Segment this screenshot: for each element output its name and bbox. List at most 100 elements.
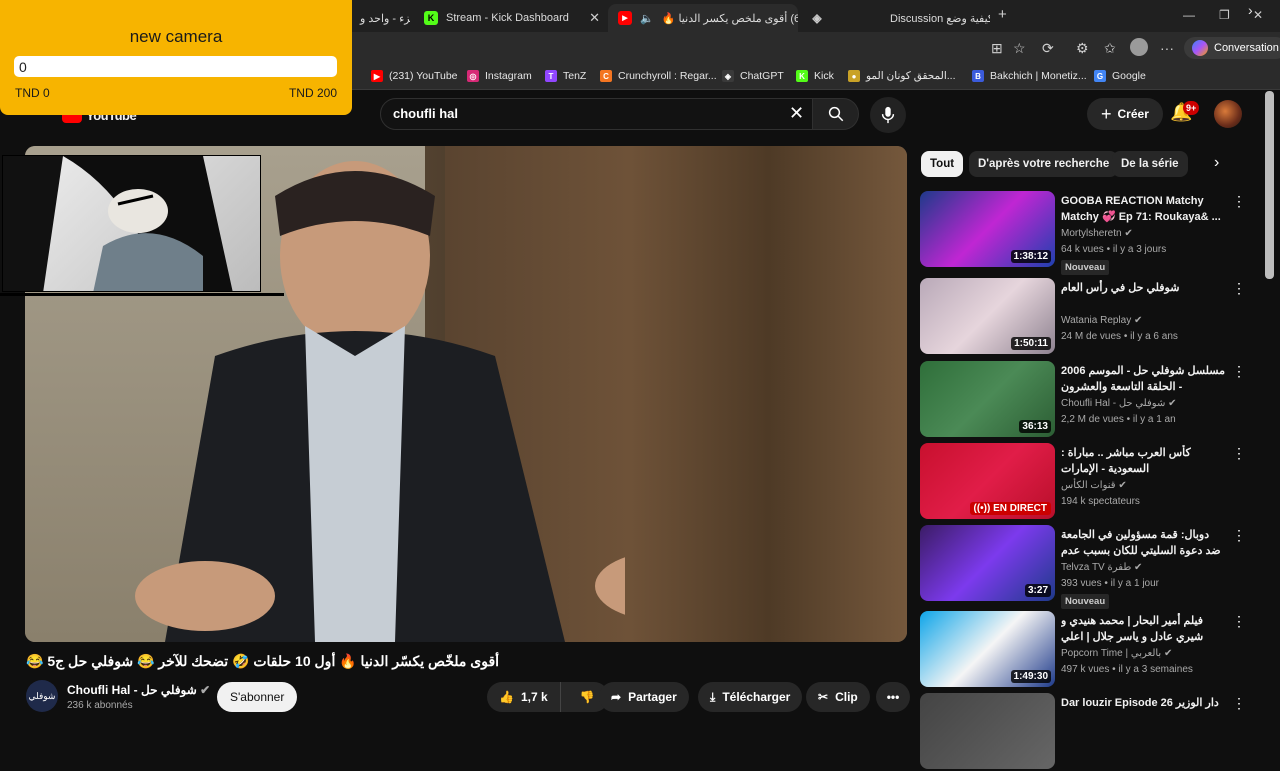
- bookmark-icon: B: [972, 70, 984, 82]
- anime-character-image: [3, 156, 233, 291]
- recommendation-card[interactable]: 36:13 مسلسل شوفلي حل - الموسم 2006 - الحل…: [920, 361, 1260, 439]
- maximize-button[interactable]: ❐: [1219, 8, 1230, 22]
- recommendation-title[interactable]: دوبال: قمة مسؤولين في الجامعة ضد دعوة ال…: [1061, 527, 1226, 559]
- conversation-button[interactable]: Conversation: [1184, 37, 1280, 59]
- channel-name[interactable]: Choufli Hal - شوفلي حل ✔: [67, 683, 210, 697]
- clear-search-icon[interactable]: ✕: [789, 103, 804, 124]
- thumbs-down-icon: 👎: [579, 690, 595, 704]
- account-avatar[interactable]: [1214, 100, 1242, 128]
- new-tab-button[interactable]: +: [998, 6, 1007, 23]
- recommendation-channel[interactable]: Popcorn Time | بالعربي ✔: [1061, 648, 1172, 659]
- camera-widget: new camera TND 0 TND 200: [0, 0, 352, 115]
- close-window-button[interactable]: ✕: [1253, 8, 1263, 22]
- recommendation-channel[interactable]: Watania Replay ✔: [1061, 315, 1142, 326]
- chip-series[interactable]: De la série: [1112, 151, 1188, 177]
- extensions-icon[interactable]: ⚙: [1076, 40, 1089, 57]
- speaker-icon[interactable]: 🔈: [640, 12, 654, 25]
- create-label: Créer: [1117, 107, 1149, 121]
- recommendation-title[interactable]: Dar louzir Episode 26 دار الوزير: [1061, 695, 1226, 711]
- search-button[interactable]: [812, 98, 859, 130]
- recommendation-meta: 497 k vues • il y a 3 semaines: [1061, 664, 1193, 675]
- more-menu-icon[interactable]: ···: [1160, 40, 1174, 56]
- voice-search-button[interactable]: [870, 97, 906, 133]
- recommendation-card[interactable]: 1:38:12 GOOBA REACTION Matchy Matchy 💞 Ep…: [920, 191, 1260, 275]
- chips-next-icon[interactable]: ›: [1214, 154, 1219, 172]
- bookmark-label: المحقق كونان المو...: [866, 70, 956, 82]
- recommendation-channel[interactable]: Telvza TV طفرة ✔: [1061, 562, 1142, 573]
- bookmark-label: Crunchyroll : Regar...: [618, 70, 717, 82]
- recommendation-title[interactable]: GOOBA REACTION Matchy Matchy 💞 Ep 71: Ro…: [1061, 193, 1226, 225]
- recommendation-title[interactable]: مسلسل شوفلي حل - الموسم 2006 - الحلقة ال…: [1061, 363, 1226, 395]
- bookmark-icon: ▶: [371, 70, 383, 82]
- recommendation-card[interactable]: 1:49:30 فيلم أمير البحار | محمد هنيدي و ش…: [920, 611, 1260, 689]
- bookmark-label: Bakchich | Monetiz...: [990, 70, 1087, 82]
- more-actions-button[interactable]: •••: [876, 682, 910, 712]
- bookmark-item[interactable]: ● المحقق كونان المو...: [848, 70, 956, 82]
- page-scrollbar[interactable]: [1265, 91, 1274, 279]
- profile-icon[interactable]: [1130, 38, 1148, 56]
- video-thumbnail[interactable]: 1:50:11: [920, 278, 1055, 354]
- bookmark-item[interactable]: B Bakchich | Monetiz...: [972, 70, 1087, 82]
- like-button[interactable]: 👍 1,7 k: [487, 682, 561, 712]
- minimize-button[interactable]: —: [1183, 8, 1195, 22]
- more-options-icon[interactable]: ⋮: [1232, 527, 1246, 544]
- clip-button[interactable]: ✂ Clip: [806, 682, 870, 712]
- refresh-icon[interactable]: ⟳: [1042, 40, 1054, 57]
- video-thumbnail[interactable]: 36:13: [920, 361, 1055, 437]
- recommendation-title[interactable]: شوفلي حل في رأس العام: [1061, 280, 1226, 296]
- more-options-icon[interactable]: ⋮: [1232, 445, 1246, 462]
- video-thumbnail[interactable]: 1:38:12: [920, 191, 1055, 267]
- bookmark-item[interactable]: ◎ Instagram: [467, 70, 532, 82]
- recommendation-card[interactable]: 1:50:11 شوفلي حل في رأس العام Watania Repl…: [920, 278, 1260, 356]
- bookmarks-more-icon[interactable]: ›: [1248, 2, 1253, 18]
- more-options-icon[interactable]: ⋮: [1232, 613, 1246, 630]
- video-thumbnail[interactable]: ((•)) EN DIRECT: [920, 443, 1055, 519]
- video-thumbnail[interactable]: 3:27: [920, 525, 1055, 601]
- recommendation-channel[interactable]: قنوات الكأس ✔: [1061, 480, 1127, 491]
- recommendation-channel[interactable]: Choufli Hal - شوفلي حل ✔: [1061, 398, 1177, 409]
- bookmark-icon: ●: [848, 70, 860, 82]
- bookmark-item[interactable]: ▶ (231) YouTube: [371, 70, 458, 82]
- channel-avatar[interactable]: شوفلي: [26, 680, 58, 712]
- bookmark-item[interactable]: G Google: [1094, 70, 1146, 82]
- recommendation-channel[interactable]: Mortylsheretn ✔: [1061, 228, 1133, 239]
- kick-icon: K: [424, 11, 438, 25]
- scissors-icon: ✂: [818, 690, 829, 704]
- more-options-icon[interactable]: ⋮: [1232, 280, 1246, 297]
- overlay-divider: [0, 293, 284, 296]
- favorite-star-icon[interactable]: ☆: [1013, 40, 1026, 57]
- chip-all[interactable]: Tout: [921, 151, 964, 177]
- favorites-icon[interactable]: ✩: [1104, 40, 1116, 57]
- recommendation-title[interactable]: فيلم أمير البحار | محمد هنيدي و شيري عاد…: [1061, 613, 1226, 645]
- recommendation-card[interactable]: 3:27 دوبال: قمة مسؤولين في الجامعة ضد دعو…: [920, 525, 1260, 609]
- download-button[interactable]: ⤓ Télécharger: [698, 682, 803, 712]
- create-button[interactable]: + Créer: [1087, 98, 1163, 130]
- subscribe-button[interactable]: S'abonner: [217, 682, 298, 712]
- browser-tab-2[interactable]: K Stream - Kick Dashboard ✕: [414, 4, 610, 32]
- recommendation-card[interactable]: Dar louzir Episode 26 دار الوزير ⋮: [920, 693, 1260, 771]
- bookmark-item[interactable]: C Crunchyroll : Regar...: [600, 70, 717, 82]
- browser-tab-4[interactable]: ◈ Discussion كيفية وضع ✕: [800, 4, 990, 32]
- recommendation-title[interactable]: كأس العرب مباشر .. مباراة : السعودية - ا…: [1061, 445, 1226, 477]
- new-badge: Nouveau: [1061, 594, 1110, 609]
- bookmark-item[interactable]: T TenZ: [545, 70, 586, 82]
- share-button[interactable]: ➦ Partager: [599, 682, 689, 712]
- tab-title: (623) أقوى ملخص يكسر الدنيا 🔥: [661, 12, 798, 25]
- recommendation-card[interactable]: ((•)) EN DIRECT كأس العرب مباشر .. مباراة…: [920, 443, 1260, 521]
- video-thumbnail[interactable]: [920, 693, 1055, 769]
- bookmark-item[interactable]: K Kick: [796, 70, 834, 82]
- chip-related[interactable]: D'après votre recherche: [969, 151, 1119, 177]
- close-icon[interactable]: ✕: [589, 10, 600, 26]
- app-install-icon[interactable]: ⊞: [991, 40, 1003, 57]
- more-options-icon[interactable]: ⋮: [1232, 363, 1246, 380]
- download-label: Télécharger: [722, 690, 791, 704]
- more-options-icon[interactable]: ⋮: [1232, 695, 1246, 712]
- bookmark-item[interactable]: ◈ ChatGPT: [722, 70, 784, 82]
- more-options-icon[interactable]: ⋮: [1232, 193, 1246, 210]
- camera-amount-input[interactable]: [14, 56, 337, 77]
- browser-tab-3[interactable]: ▶ 🔈 (623) أقوى ملخص يكسر الدنيا 🔥 ✕: [608, 4, 798, 32]
- search-input[interactable]: choufli hal: [393, 106, 458, 121]
- video-thumbnail[interactable]: 1:49:30: [920, 611, 1055, 687]
- recommendation-meta: 24 M de vues • il y a 6 ans: [1061, 331, 1178, 342]
- search-icon: [828, 106, 843, 122]
